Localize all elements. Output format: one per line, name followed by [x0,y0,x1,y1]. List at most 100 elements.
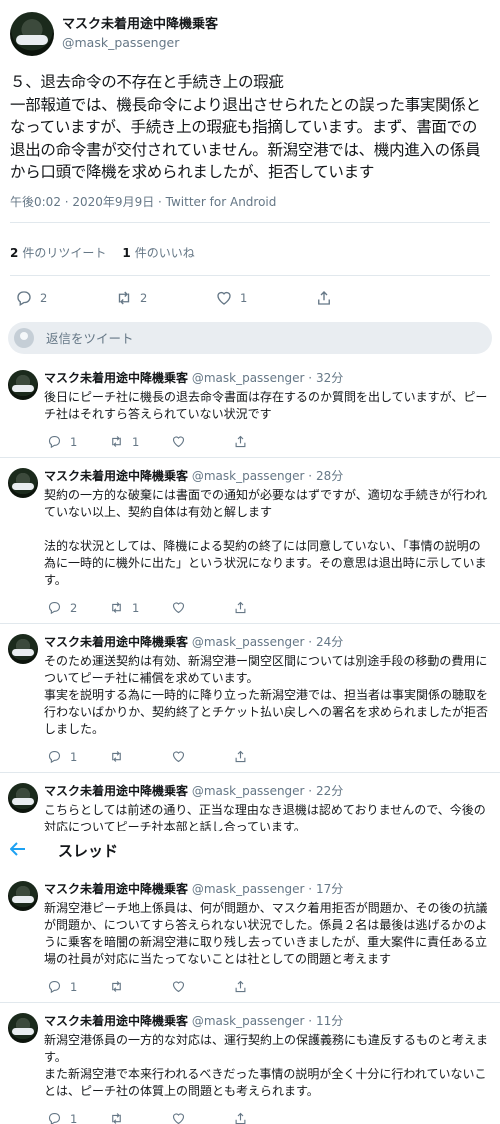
heart-icon [168,747,188,767]
avatar[interactable] [10,12,54,56]
like-button[interactable] [168,747,230,767]
share-button[interactable] [230,1109,292,1124]
retweet-icon [106,1109,126,1124]
retweet-button[interactable]: 2 [114,288,214,308]
reply-button[interactable]: 1 [44,977,106,997]
reply-button[interactable]: 1 [44,432,106,452]
reply-text: 後日にピーチ社に機長の退去命令書面は存在するのか質問を出していますが、ピーチ社は… [44,389,488,421]
reply-body: マスク未着用途中降機乗客 @mask_passenger · 28分 契約の一方… [44,468,492,623]
handle[interactable]: @mask_passenger [192,371,305,385]
reply-count: 1 [70,749,78,764]
handle[interactable]: @mask_passenger [192,784,305,798]
reply-tweet[interactable]: マスク未着用途中降機乗客 @mask_passenger · 24分 そのため運… [0,624,500,772]
separator: · [304,468,316,483]
reply-actions: 1 [44,742,492,772]
timestamp[interactable]: 22分 [316,784,343,798]
reply-icon [44,432,64,452]
handle[interactable]: @mask_passenger [192,469,305,483]
display-name[interactable]: マスク未着用途中降機乗客 [44,469,188,483]
author-names: マスク未着用途中降機乗客 @mask_passenger [62,16,218,52]
share-button[interactable] [230,432,292,452]
like-button[interactable] [168,977,230,997]
share-icon [230,747,250,767]
reply-button[interactable]: 2 [44,598,106,618]
avatar[interactable] [8,1012,38,1043]
heart-icon [168,432,188,452]
like-button[interactable]: 1 [214,288,314,308]
handle[interactable]: @mask_passenger [192,1014,305,1028]
reply-icon [44,977,64,997]
like-button[interactable] [168,1109,230,1124]
retweet-icon [106,598,126,618]
display-name[interactable]: マスク未着用途中降機乗客 [44,635,188,649]
share-icon [314,288,334,308]
reply-button[interactable]: 1 [44,747,106,767]
timestamp[interactable]: 24分 [316,635,343,649]
retweet-button[interactable]: 1 [106,432,168,452]
retweet-icon [106,977,126,997]
separator: · [304,881,316,896]
reply-count: 1 [70,1111,78,1124]
reply-header: マスク未着用途中降機乗客 @mask_passenger · 22分 [44,783,492,799]
display-name[interactable]: マスク未着用途中降機乗客 [44,882,188,896]
timestamp[interactable]: 17分 [316,882,343,896]
share-button[interactable] [230,747,292,767]
like-button[interactable] [168,432,230,452]
reply-avatar-col [8,880,44,1002]
reply-count: 2 [40,290,48,305]
reply-header: マスク未着用途中降機乗客 @mask_passenger · 28分 [44,468,492,484]
reply-thread: マスク未着用途中降機乗客 @mask_passenger · 32分 後日にピー… [0,360,500,1124]
avatar[interactable] [8,467,38,498]
display-name[interactable]: マスク未着用途中降機乗客 [44,371,188,385]
reply-actions: 2 1 [44,593,492,623]
retweet-button[interactable]: 1 [106,598,168,618]
display-name[interactable]: マスク未着用途中降機乗客 [44,784,188,798]
handle[interactable]: @mask_passenger [192,882,305,896]
heart-icon [168,598,188,618]
thread-header: スレッド [0,830,500,871]
timestamp[interactable]: 28分 [316,469,343,483]
reply-body: マスク未着用途中降機乗客 @mask_passenger · 32分 後日にピー… [44,370,492,457]
retweets-link[interactable]: 2 件のリツイート [10,244,106,261]
avatar[interactable] [8,880,38,911]
avatar[interactable] [8,633,38,664]
reply-tweet[interactable]: マスク未着用途中降機乗客 @mask_passenger · 17分 新潟空港ピ… [0,871,500,1002]
share-button[interactable] [314,288,414,308]
like-button[interactable] [168,598,230,618]
reply-button[interactable]: 2 [14,288,114,308]
reply-tweet[interactable]: マスク未着用途中降機乗客 @mask_passenger · 32分 後日にピー… [0,360,500,457]
share-button[interactable] [230,977,292,997]
display-name[interactable]: マスク未着用途中降機乗客 [62,16,218,34]
retweet-button[interactable] [106,1109,168,1124]
retweet-button[interactable] [106,977,168,997]
reply-compose-box[interactable]: 返信をツイート [8,321,492,354]
reply-tweet[interactable]: マスク未着用途中降機乗客 @mask_passenger · 28分 契約の一方… [0,458,500,623]
main-tweet: マスク未着用途中降機乗客 @mask_passenger ５、退去命令の不存在と… [0,0,500,320]
likes-label: 件のいいね [134,246,195,260]
likes-link[interactable]: 1 件のいいね [122,244,194,261]
reply-header: マスク未着用途中降機乗客 @mask_passenger · 11分 [44,1013,492,1029]
reply-button[interactable]: 1 [44,1109,106,1124]
reply-header: マスク未着用途中降機乗客 @mask_passenger · 17分 [44,881,492,897]
handle[interactable]: @mask_passenger [62,34,218,52]
retweet-button[interactable] [106,747,168,767]
retweet-count: 1 [132,434,140,449]
reply-avatar-col [8,467,44,623]
retweet-count: 1 [132,600,140,615]
tweet-meta[interactable]: 午後0:02 · 2020年9月9日 · Twitter for Android [10,192,490,212]
reply-text: 契約の一方的な破棄には書面での通知が必要なはずですが、適切な手続きが行われていな… [44,487,488,587]
timestamp[interactable]: 11分 [316,1014,343,1028]
timestamp[interactable]: 32分 [316,371,343,385]
handle[interactable]: @mask_passenger [192,635,305,649]
share-icon [230,977,250,997]
retweets-label: 件のリツイート [22,246,107,260]
avatar[interactable] [8,369,38,400]
reply-count: 1 [70,434,78,449]
back-arrow-icon[interactable] [9,840,40,861]
heart-icon [168,1109,188,1124]
share-button[interactable] [230,598,292,618]
display-name[interactable]: マスク未着用途中降機乗客 [44,1014,188,1028]
reply-icon [44,747,64,767]
reply-tweet[interactable]: マスク未着用途中降機乗客 @mask_passenger · 11分 新潟空港係… [0,1003,500,1124]
avatar[interactable] [8,782,38,813]
